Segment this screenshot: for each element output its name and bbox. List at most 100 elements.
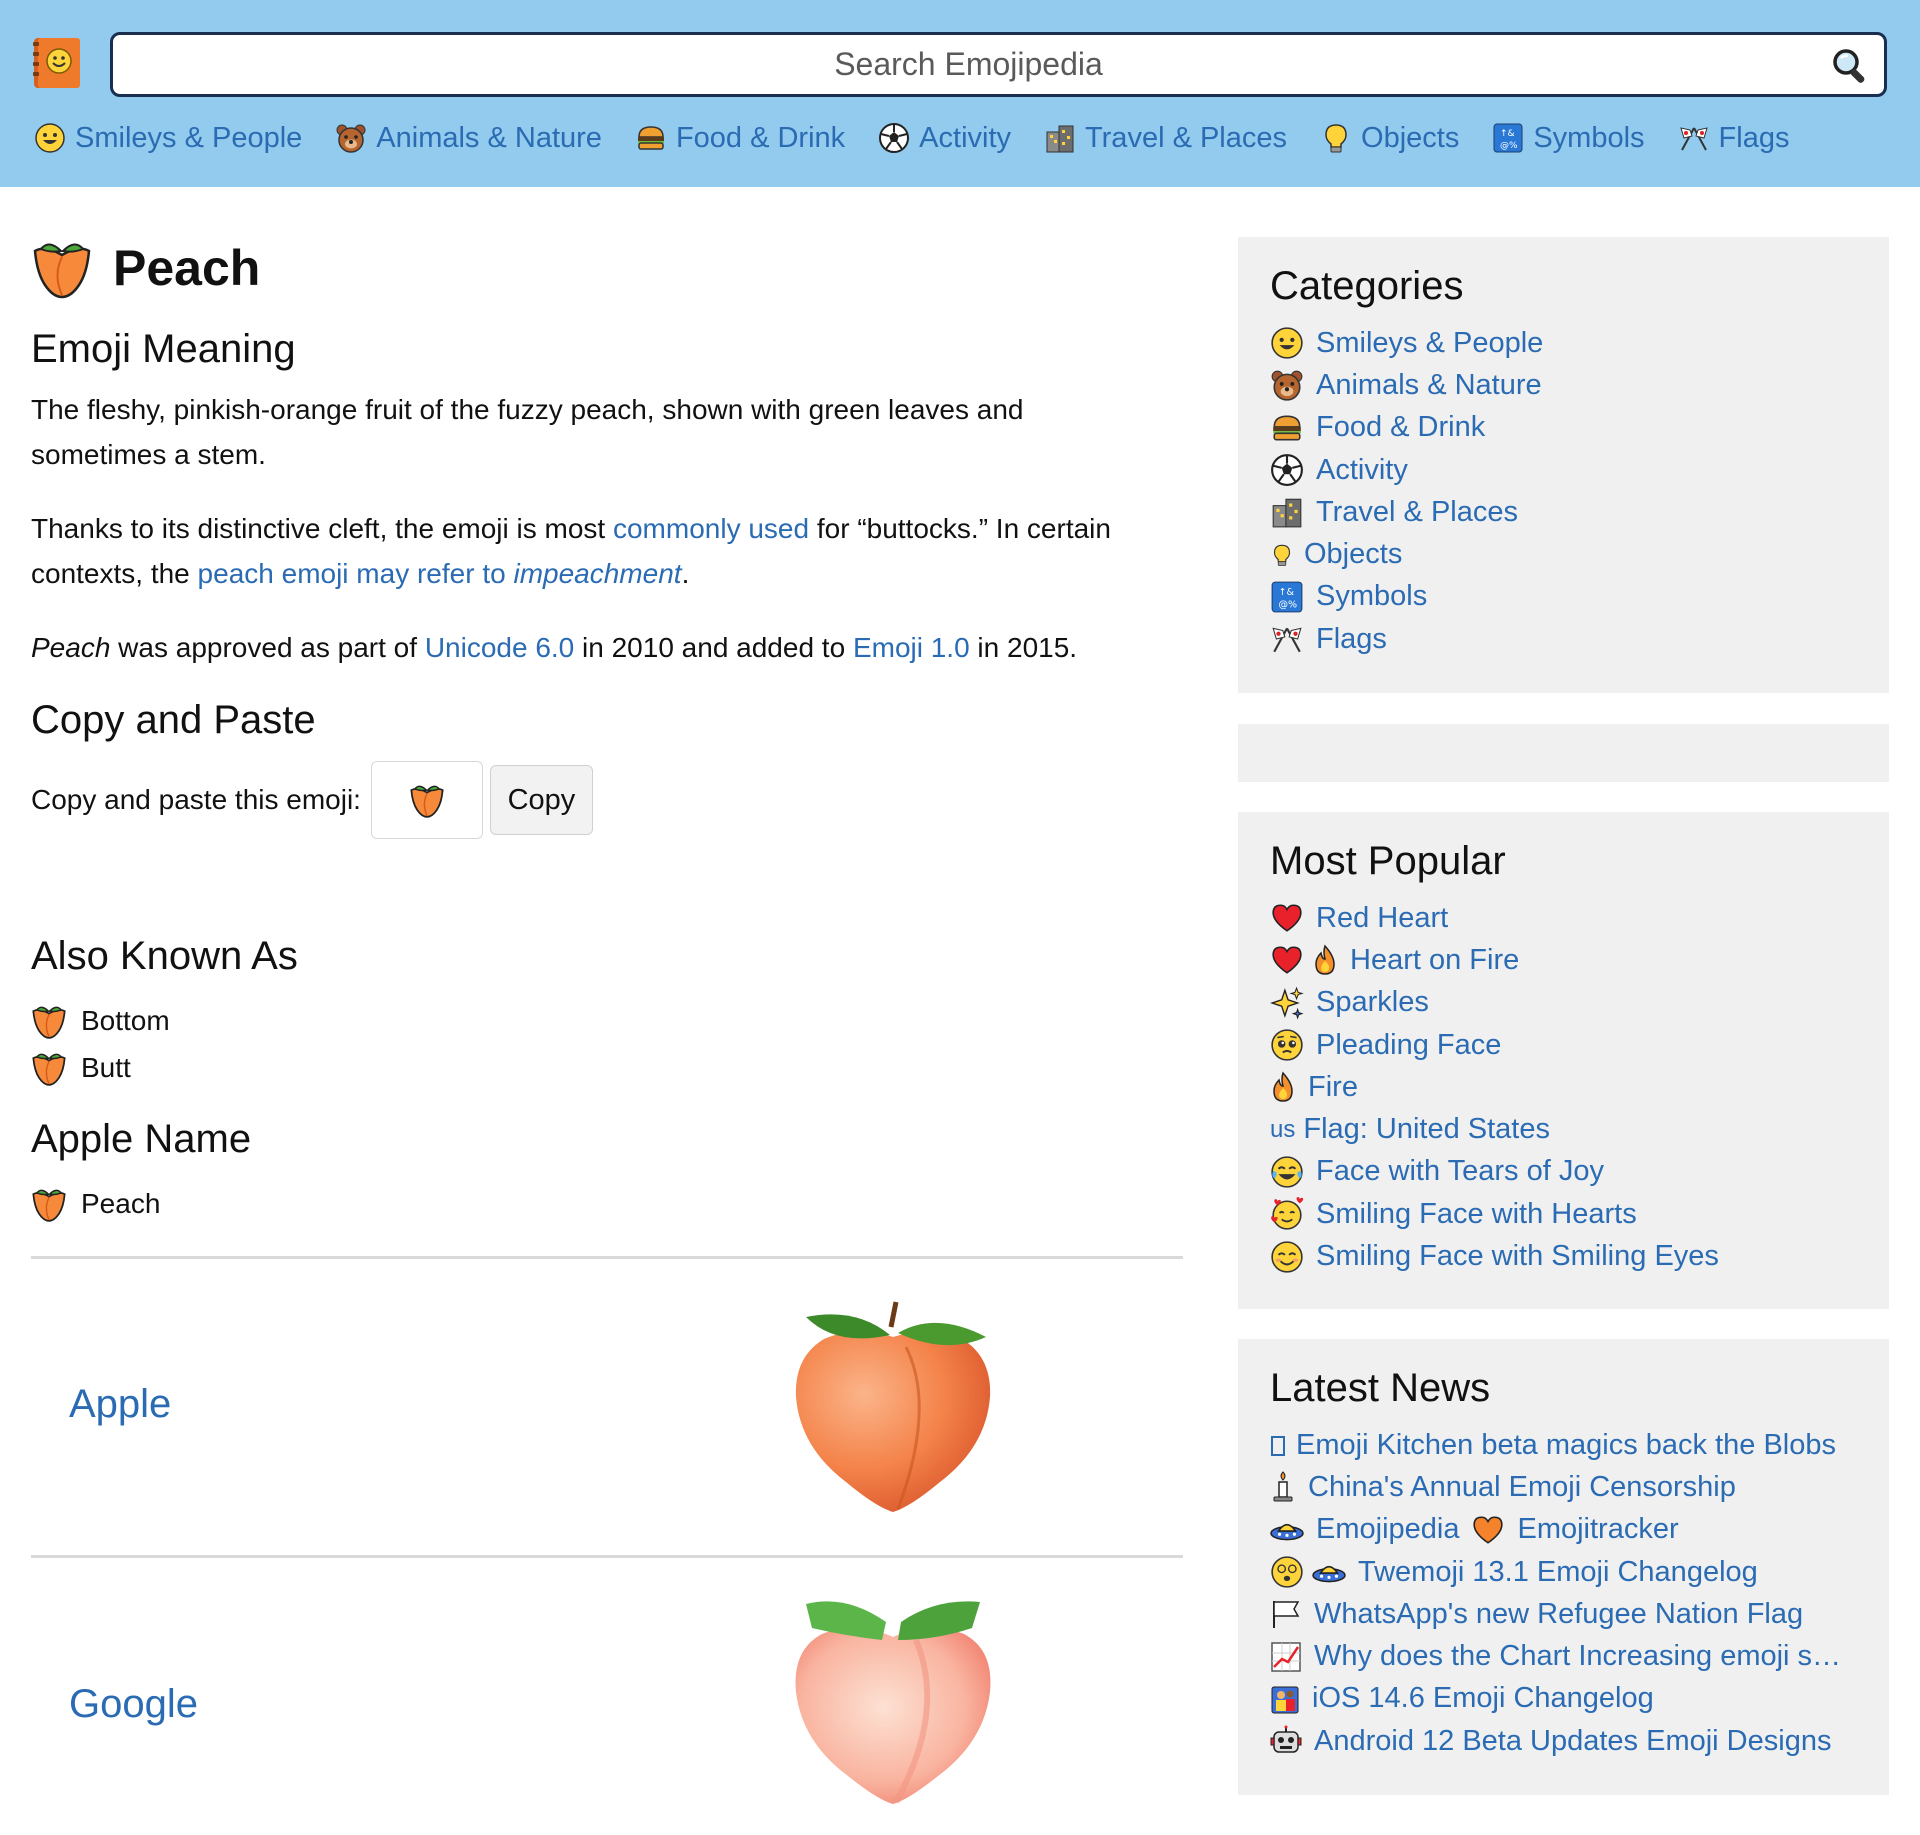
peach-em: Peach <box>31 632 111 663</box>
search-icon[interactable] <box>1830 46 1870 86</box>
copy-label: Copy and paste this emoji: <box>31 784 361 815</box>
popular-item: Smiling Face with Smiling Eyes <box>1270 1235 1719 1277</box>
news-link[interactable]: WhatsApp's new Refugee Nation Flag <box>1314 1598 1803 1631</box>
red-heart-icon <box>1272 904 1302 932</box>
missing-glyph-icon <box>1271 1436 1285 1457</box>
nav-animals-nature[interactable]: Animals & Nature <box>335 122 602 155</box>
news-item: iOS 14.6 Emoji Changelog <box>1270 1678 1841 1720</box>
categories-list: Smileys & People Animals & Nature Food &… <box>1270 322 1543 660</box>
nav-objects[interactable]: Objects <box>1320 122 1459 155</box>
category-link-objects[interactable]: Objects <box>1304 538 1402 571</box>
symbols-icon: ↑& @% <box>1493 123 1523 153</box>
tears-of-joy-icon <box>1271 1156 1303 1188</box>
latest-news-panel: Latest News Emoji Kitchen beta magics ba… <box>1238 1339 1889 1795</box>
popular-link-heart-on-fire[interactable]: Heart on Fire <box>1350 944 1519 977</box>
news-link[interactable]: Why does the Chart Increasing emoji s… <box>1314 1640 1841 1673</box>
emojipedia-logo-icon[interactable] <box>30 34 86 92</box>
popular-item: Sparkles <box>1270 982 1719 1024</box>
news-link[interactable]: iOS 14.6 Emoji Changelog <box>1312 1682 1654 1715</box>
unicode-6-link[interactable]: Unicode 6.0 <box>425 632 574 663</box>
svg-text:@%: @% <box>1279 600 1298 611</box>
page-title: Peach <box>113 240 261 296</box>
news-link[interactable]: China's Annual Emoji Censorship <box>1308 1471 1736 1504</box>
popular-link-flag-us[interactable]: Flag: United States <box>1303 1113 1550 1146</box>
news-link[interactable]: Twemoji 13.1 Emoji Changelog <box>1358 1556 1758 1589</box>
nav-food-drink[interactable]: Food & Drink <box>635 122 845 155</box>
also-known-as-heading: Also Known As <box>31 934 298 978</box>
news-item: Android 12 Beta Updates Emoji Designs <box>1270 1720 1841 1762</box>
news-link-emojitracker[interactable]: Emojitracker <box>1517 1513 1678 1546</box>
popular-link-sparkles[interactable]: Sparkles <box>1316 986 1429 1019</box>
soccer-ball-icon <box>879 123 910 153</box>
popular-link-red-heart[interactable]: Red Heart <box>1316 902 1448 935</box>
divider <box>31 1256 1183 1259</box>
fire-icon <box>1315 944 1335 976</box>
category-link-symbols[interactable]: Symbols <box>1316 580 1427 613</box>
emoji-1-link[interactable]: Emoji 1.0 <box>853 632 970 663</box>
smiling-face-hearts-icon <box>1271 1197 1304 1230</box>
flying-saucer-icon <box>1312 1565 1346 1583</box>
nav-activity[interactable]: Activity <box>878 122 1011 155</box>
aka-item: Bottom <box>31 997 1191 1044</box>
popular-link-smiling-face-hearts[interactable]: Smiling Face with Hearts <box>1316 1198 1637 1231</box>
text: in 2015. <box>969 632 1078 663</box>
apple-name-list: Peach <box>31 1180 1191 1227</box>
chart-increasing-icon <box>1271 1641 1301 1672</box>
emoji-copy-field[interactable] <box>370 761 483 839</box>
vendor-link-google[interactable]: Google <box>69 1682 198 1727</box>
svg-text:↑&: ↑& <box>1500 129 1515 139</box>
category-link-animals-nature[interactable]: Animals & Nature <box>1316 369 1542 402</box>
nav-smileys-people[interactable]: Smileys & People <box>34 122 302 155</box>
news-link[interactable]: Android 12 Beta Updates Emoji Designs <box>1314 1725 1831 1758</box>
nav-label: Symbols <box>1533 121 1645 154</box>
impeachment-link[interactable]: peach emoji may refer to impeachment <box>198 558 682 589</box>
peach-icon <box>410 785 444 818</box>
peach-icon <box>32 1006 66 1039</box>
meaning-heading: Emoji Meaning <box>31 327 296 371</box>
orange-heart-icon <box>1473 1516 1504 1544</box>
copy-button[interactable]: Copy <box>489 765 593 835</box>
news-item: China's Annual Emoji Censorship <box>1270 1466 1841 1508</box>
most-popular-panel: Most Popular Red Heart Heart on Fire Spa… <box>1238 812 1889 1309</box>
aka-list: Bottom Butt <box>31 997 1191 1091</box>
popular-link-tears-of-joy[interactable]: Face with Tears of Joy <box>1316 1155 1604 1188</box>
category-item: Activity <box>1270 449 1543 491</box>
popular-link-pleading-face[interactable]: Pleading Face <box>1316 1029 1501 1062</box>
news-link-emojipedia[interactable]: Emojipedia <box>1316 1513 1459 1546</box>
buildings-icon <box>1272 499 1302 528</box>
popular-link-fire[interactable]: Fire <box>1308 1071 1358 1104</box>
nav-symbols[interactable]: ↑& @% Symbols <box>1492 121 1645 155</box>
copy-paste-heading: Copy and Paste <box>31 698 316 742</box>
nav-flags[interactable]: Flags <box>1678 122 1789 155</box>
peach-icon <box>32 1189 66 1222</box>
text: was approved as part of <box>110 632 425 663</box>
text: in 2010 and added to <box>574 632 853 663</box>
grinning-face-icon <box>35 123 65 153</box>
apple-name-heading: Apple Name <box>31 1117 252 1161</box>
text: Thanks to its distinctive cleft, the emo… <box>31 513 613 544</box>
nav-travel-places[interactable]: Travel & Places <box>1044 122 1287 155</box>
people-icon <box>1271 1686 1299 1714</box>
most-popular-heading: Most Popular <box>1270 839 1506 883</box>
apple-peach-image[interactable] <box>786 1297 1001 1517</box>
category-link-activity[interactable]: Activity <box>1316 454 1408 487</box>
impeachment-link-text: peach emoji may refer to <box>197 558 514 589</box>
vendor-link-apple[interactable]: Apple <box>69 1382 171 1427</box>
soccer-ball-icon <box>1271 454 1303 486</box>
category-link-smileys-people[interactable]: Smileys & People <box>1316 327 1543 360</box>
category-link-flags[interactable]: Flags <box>1316 623 1387 656</box>
google-peach-image[interactable] <box>786 1592 1001 1807</box>
candle-icon <box>1273 1471 1293 1502</box>
svg-text:↑&: ↑& <box>1279 587 1295 598</box>
aka-label: Bottom <box>81 1004 170 1036</box>
nav-label: Smileys & People <box>75 121 303 154</box>
light-bulb-icon <box>1325 124 1347 153</box>
white-flag-icon <box>1273 1601 1300 1629</box>
news-link[interactable]: Emoji Kitchen beta magics back the Blobs <box>1296 1429 1836 1462</box>
search-input[interactable] <box>113 35 1884 94</box>
popular-link-smiling-eyes[interactable]: Smiling Face with Smiling Eyes <box>1316 1240 1719 1273</box>
commonly-used-link[interactable]: commonly used <box>613 513 809 544</box>
category-link-food-drink[interactable]: Food & Drink <box>1316 411 1485 444</box>
category-link-travel-places[interactable]: Travel & Places <box>1316 496 1518 529</box>
nav-label: Food & Drink <box>675 121 846 154</box>
